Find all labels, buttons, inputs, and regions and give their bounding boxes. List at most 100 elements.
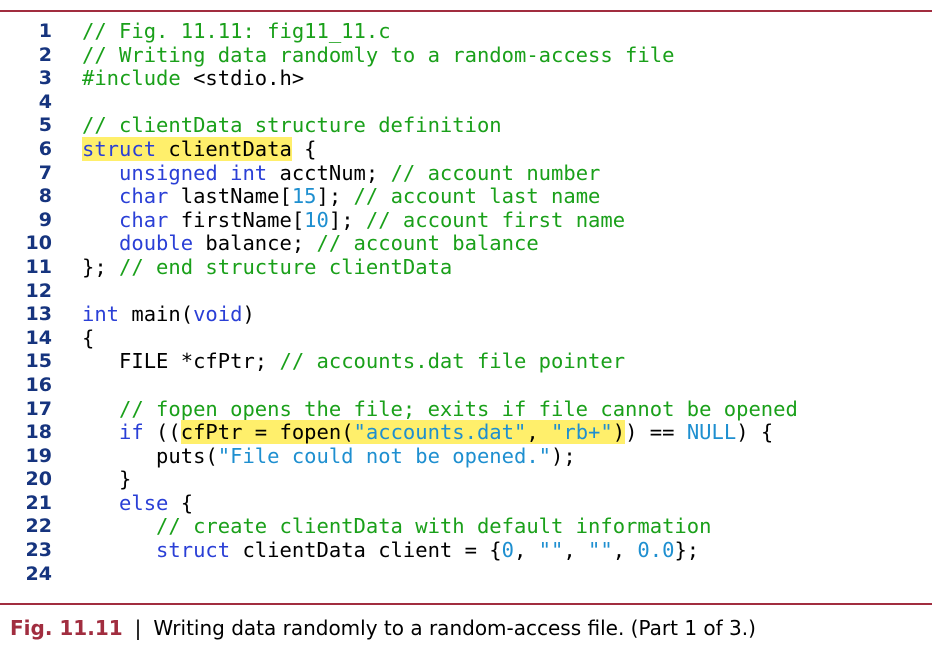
code-text: // clientData structure definition [82, 114, 502, 138]
code-text: char firstName[10]; // account first nam… [82, 207, 625, 233]
line-number: 16 [25, 373, 52, 396]
code-text: puts("File could not be opened."); [82, 443, 576, 469]
highlighted-code-token: ) [612, 420, 626, 445]
code-listing: 1 // Fig. 11.11: fig11_11.c 2 // Writing da… [0, 19, 932, 587]
code-text: if ((cfPtr = fopen("accounts.dat", "rb+"… [82, 420, 774, 445]
code-token: , [513, 538, 539, 563]
code-text: double balance; // account balance [82, 232, 539, 256]
line-number: 23 [25, 539, 52, 562]
code-token: unsigned int [82, 160, 268, 185]
highlighted-code-token: "rb+" [551, 420, 613, 445]
code-token: (( [143, 420, 181, 445]
code-text: char lastName[15]; // account last name [82, 184, 601, 209]
code-token: , [563, 538, 589, 563]
code-token: int [82, 302, 120, 327]
code-text: // create clientData with default inform… [82, 515, 711, 539]
line-number: 13 [25, 303, 52, 326]
code-line: 15 FILE *cfPtr; // accounts.dat file poi… [0, 350, 932, 374]
code-token: ) == [625, 420, 687, 445]
code-line: 4 [0, 91, 932, 115]
code-token: // clientData structure definition [82, 113, 502, 138]
line-number: 21 [25, 491, 52, 514]
code-token: "" [538, 538, 564, 563]
code-token: "File could not be opened." [217, 443, 552, 468]
code-token: main( [119, 302, 194, 327]
code-text: struct clientData { [82, 136, 317, 162]
line-number: 5 [38, 114, 52, 137]
code-text: // Writing data randomly to a random-acc… [82, 42, 675, 68]
line-number: 24 [25, 562, 52, 585]
code-token: // accounts.dat file pointer [279, 349, 626, 374]
code-token: double [82, 231, 194, 256]
code-token: } [82, 467, 132, 492]
code-line: 14 { [0, 325, 932, 351]
code-line: 24 [0, 563, 932, 587]
code-token: balance; [193, 231, 317, 256]
code-line: 6 struct clientData { [0, 136, 932, 162]
highlighted-code-token: cfPtr = fopen( [180, 420, 354, 445]
code-token: 0 [501, 538, 514, 563]
code-token: struct [82, 538, 231, 563]
code-token: ); [551, 443, 576, 468]
code-token: #include [82, 66, 194, 91]
code-line: 5 // clientData structure definition [0, 114, 932, 138]
code-line: 8 char lastName[15]; // account last nam… [0, 184, 932, 209]
line-number: 1 [38, 20, 52, 42]
code-token: // account balance [316, 231, 539, 256]
code-text: // fopen opens the file; exits if file c… [82, 397, 798, 422]
code-line: 22 // create clientData with default inf… [0, 515, 932, 539]
line-number: 7 [38, 161, 52, 184]
top-rule [0, 10, 932, 12]
code-token: else [82, 490, 169, 515]
code-token: // account last name [353, 184, 601, 209]
line-number: 8 [38, 185, 52, 208]
code-line: 2 // Writing data randomly to a random-ac… [0, 42, 932, 68]
code-token: // Fig. 11.11: fig11_11.c [82, 19, 391, 43]
code-text: struct clientData client = {0, "", "", 0… [82, 538, 700, 563]
code-line: 20 } [0, 467, 932, 492]
line-number: 19 [25, 444, 52, 467]
code-token: ) [242, 302, 255, 327]
line-number: 11 [25, 255, 52, 278]
code-token: { [291, 136, 317, 161]
code-token: 15 [291, 184, 317, 209]
code-token: acctNum; [267, 160, 391, 185]
caption-separator: | [134, 616, 142, 640]
code-token: ) { [736, 420, 774, 445]
code-token: clientData client = { [230, 538, 502, 563]
code-token: void [193, 302, 243, 327]
code-token: char [82, 184, 169, 209]
figure-label: Fig. 11.11 [10, 616, 123, 640]
code-line: 21 else { [0, 490, 932, 516]
line-number: 20 [25, 468, 52, 491]
code-token: }; [674, 538, 700, 563]
code-line: 19 puts("File could not be opened."); [0, 443, 932, 469]
code-token: firstName[ [168, 207, 305, 232]
highlighted-code-token: clientData [156, 136, 292, 161]
code-text: } [82, 467, 132, 492]
line-number: 6 [38, 137, 52, 160]
code-token: 10 [304, 207, 329, 232]
code-token: { [82, 325, 95, 350]
line-number: 17 [25, 397, 52, 420]
code-line: 11}; // end structure clientData [0, 254, 932, 280]
highlighted-code-token: struct [82, 136, 157, 161]
code-token: ]; [328, 207, 366, 232]
code-line: 17 // fopen opens the file; exits if fil… [0, 397, 932, 422]
line-number: 12 [25, 279, 52, 302]
highlighted-code-token: , [526, 420, 552, 445]
code-line: 23 struct clientData client = {0, "", ""… [0, 538, 932, 563]
caption-text: Writing data randomly to a random-access… [153, 616, 756, 640]
code-text: #include <stdio.h> [82, 66, 305, 91]
code-token: // Writing data randomly to a random-acc… [82, 42, 675, 67]
code-token: <stdio.h> [193, 66, 305, 91]
code-token: }; [82, 254, 120, 279]
code-text: }; // end structure clientData [82, 254, 453, 280]
code-text: // Fig. 11.11: fig11_11.c [82, 19, 391, 44]
code-token: // end structure clientData [119, 254, 453, 279]
code-text: unsigned int acctNum; // account number [82, 160, 600, 186]
line-number: 10 [25, 232, 52, 255]
code-token: NULL [686, 420, 737, 445]
line-number: 9 [38, 208, 52, 231]
code-token: , [612, 538, 638, 563]
